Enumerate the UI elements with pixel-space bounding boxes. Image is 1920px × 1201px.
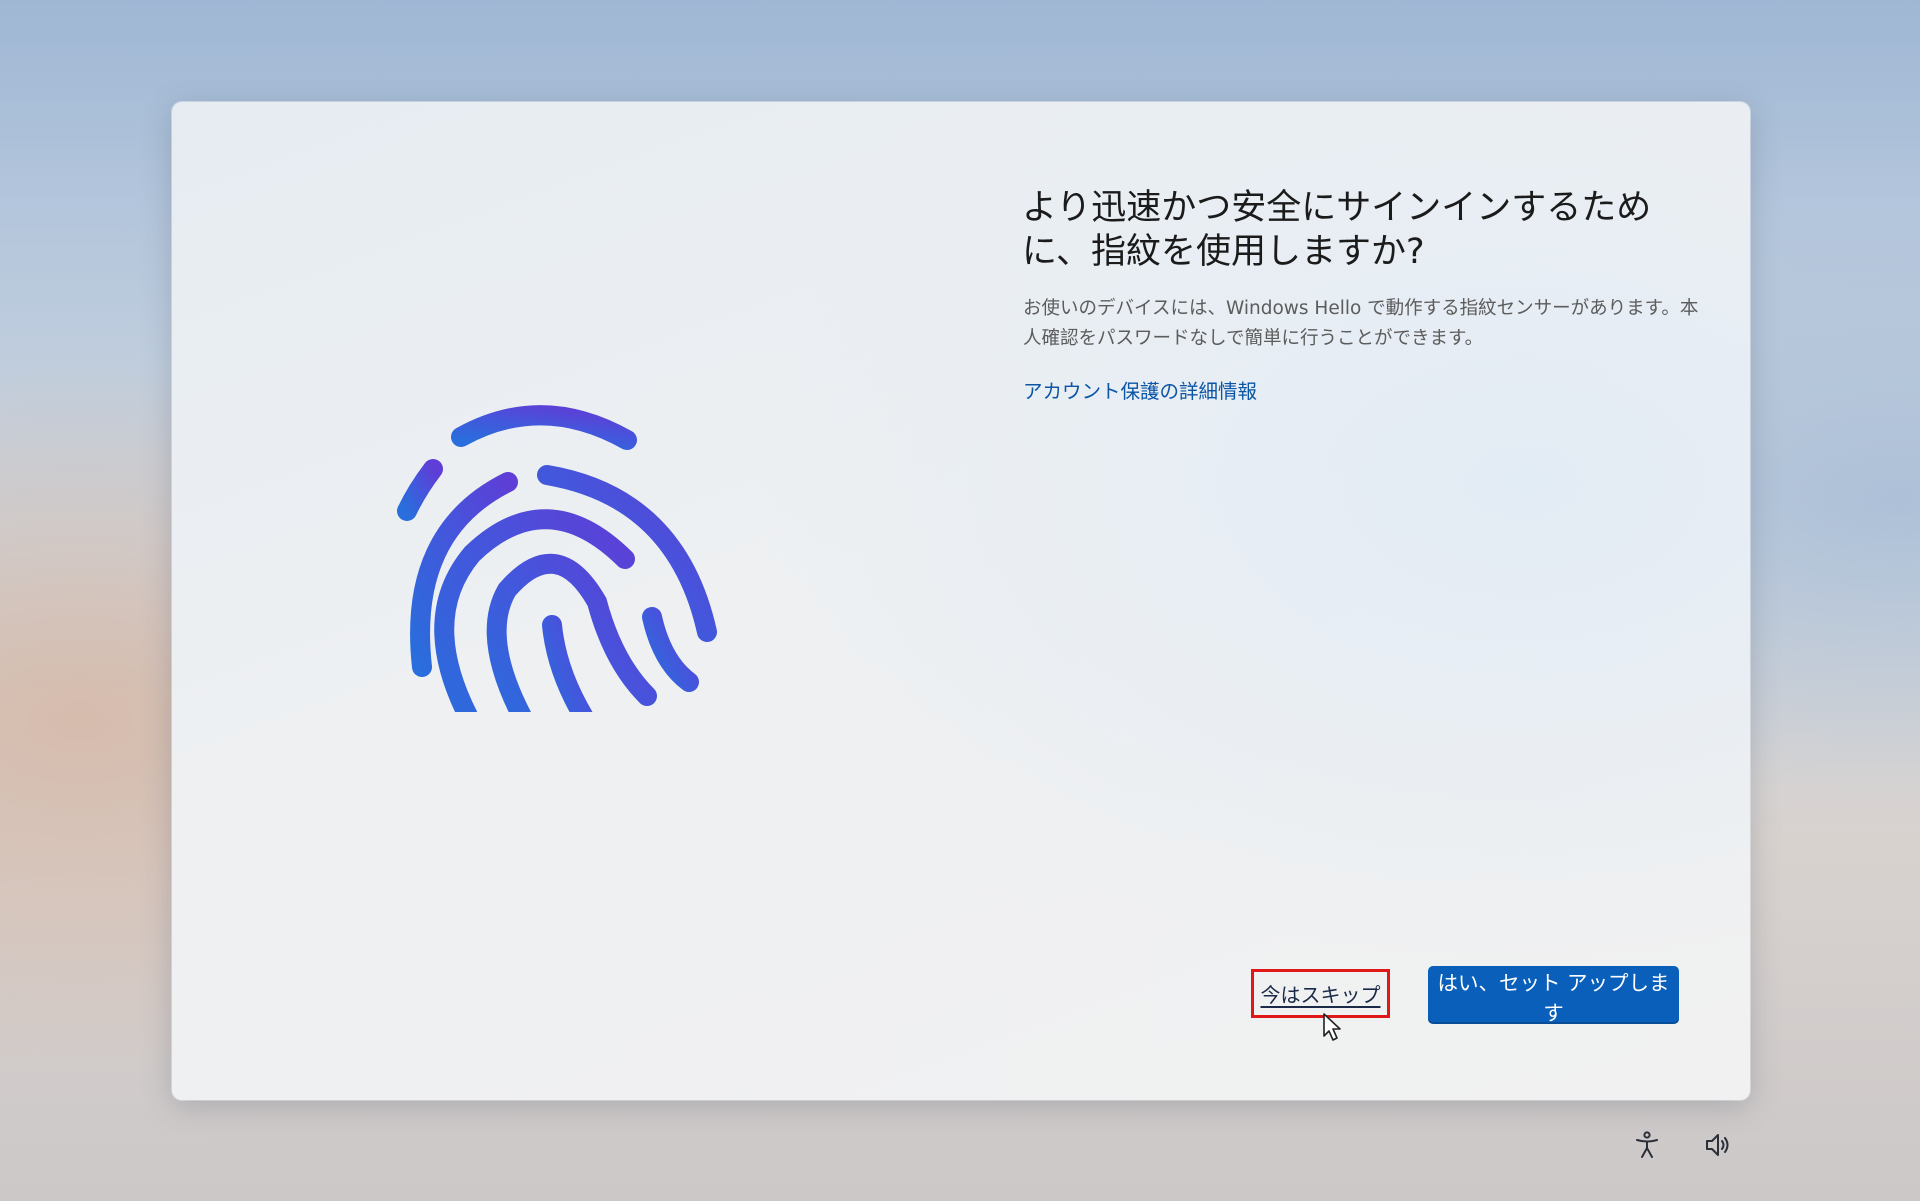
mouse-cursor-icon: [1323, 1013, 1341, 1041]
skip-button[interactable]: 今はスキップ: [1251, 969, 1390, 1018]
account-protection-link[interactable]: アカウント保護の詳細情報: [1023, 375, 1257, 404]
accessibility-icon[interactable]: [1632, 1130, 1662, 1160]
fingerprint-icon: [397, 405, 717, 712]
setup-button[interactable]: はい、セット アップします: [1428, 966, 1679, 1025]
dialog-title: より迅速かつ安全にサインインするために、指紋を使用しますか?: [1022, 188, 1652, 272]
setup-dialog: より迅速かつ安全にサインインするために、指紋を使用しますか? お使いのデバイスに…: [172, 102, 1750, 1100]
dialog-description: お使いのデバイスには、Windows Hello で動作する指紋センサーがありま…: [1023, 298, 1699, 349]
volume-icon[interactable]: [1703, 1130, 1733, 1160]
